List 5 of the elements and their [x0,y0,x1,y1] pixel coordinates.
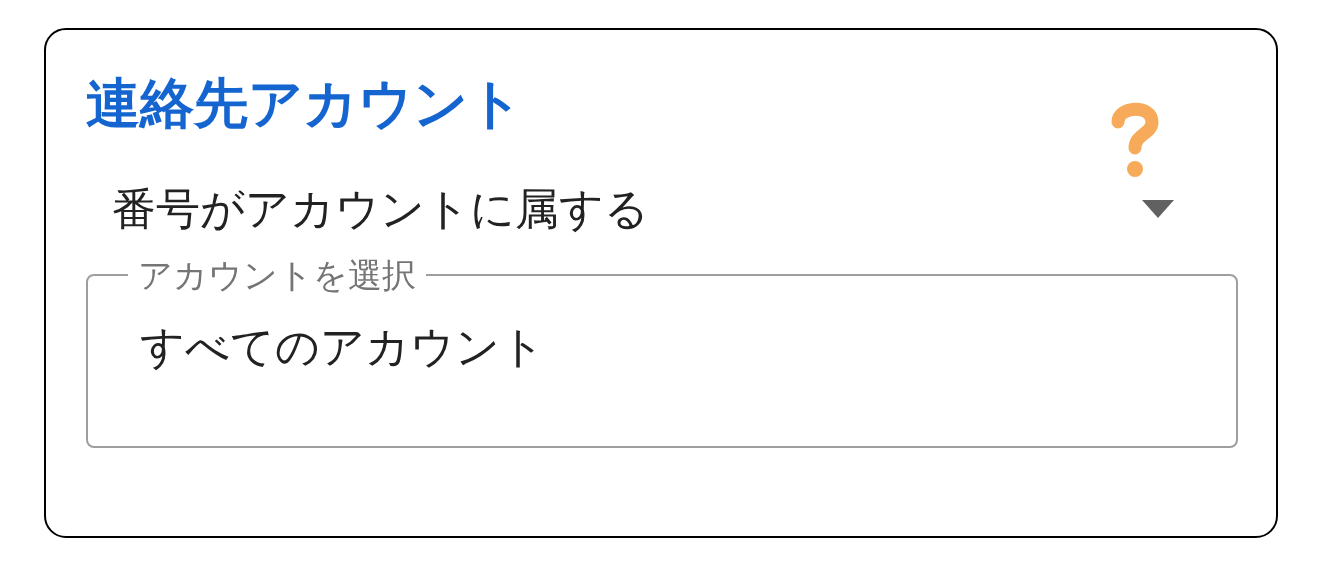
caret-icon [1142,200,1174,218]
account-select-field[interactable]: アカウントを選択 すべてのアカウント [86,258,1238,448]
filter-dropdown[interactable]: 番号がアカウントに属する [86,174,1236,244]
section-title: 連絡先アカウント [86,74,523,134]
help-icon[interactable] [1110,100,1160,180]
